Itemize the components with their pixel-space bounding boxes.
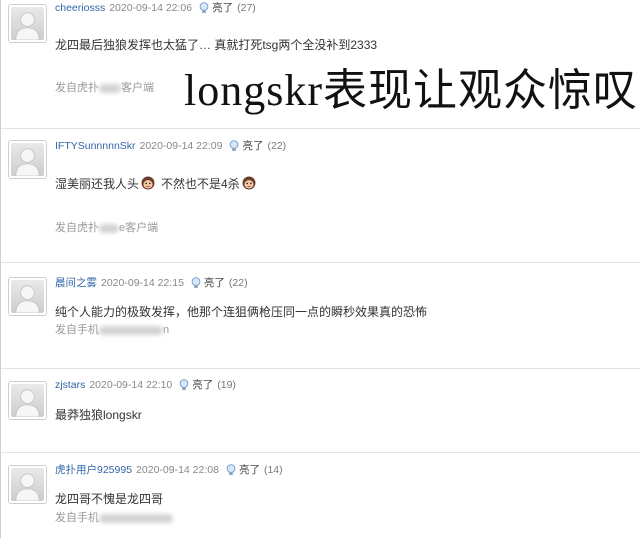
default-avatar-icon [11,280,44,313]
comment-header: 晨间之雾 2020-09-14 22:15 亮了 (22) [55,276,248,290]
light-count: (22) [228,277,248,289]
light-count: (22) [267,140,287,152]
comment-text: 龙四哥不愧是龙四哥 [55,492,164,506]
lightbulb-icon [199,2,209,13]
light-button[interactable]: 亮了 (19) [179,378,236,392]
light-label: 亮了 [212,2,234,14]
redacted-blur [99,513,173,523]
source-prefix: 发自手机 [55,512,99,524]
user-avatar[interactable] [8,277,47,316]
comment-header: zjstars 2020-09-14 22:10 亮了 (19) [55,378,236,392]
username-link[interactable]: 晨间之雾 [55,277,97,289]
post-time: 2020-09-14 22:15 [101,277,184,289]
user-avatar[interactable] [8,465,47,504]
default-avatar-icon [11,468,44,501]
comment-text: 湿美丽还我人头 不然也不是4杀 [55,176,258,192]
username-link[interactable]: 虎扑用户925995 [55,464,132,476]
default-avatar-icon [11,143,44,176]
light-label: 亮了 [203,277,225,289]
source-prefix: 发自手机 [55,324,99,336]
source-prefix: 发自虎扑 [55,222,99,234]
comment-header: IFTYSunnnnnSkr 2020-09-14 22:09 亮了 (22) [55,139,286,153]
source-prefix: 发自虎扑 [55,82,99,94]
comment-header: cheeriosss 2020-09-14 22:06 亮了 (27) [55,1,256,15]
comment-text: 最莽独狼longskr [55,408,142,422]
redacted-blur [99,325,163,335]
light-count: (19) [217,379,236,391]
light-label: 亮了 [192,379,214,391]
post-time: 2020-09-14 22:10 [89,379,173,391]
user-avatar[interactable] [8,140,47,179]
comment-source: 发自虎扑 e客户端 [55,221,158,235]
comment-item: zjstars 2020-09-14 22:10 亮了 (19) 最莽独狼longsk… [1,368,640,452]
comment-text: 龙四最后独狼发挥也太猛了… 真就打死tsg两个全没补到2333 [55,38,378,52]
light-button[interactable]: 亮了 (22) [191,276,248,290]
username-link[interactable]: IFTYSunnnnnSkr [55,140,136,152]
light-button[interactable]: 亮了 (27) [199,1,256,15]
source-suffix: 客户端 [121,82,154,94]
comment-header: 虎扑用户925995 2020-09-14 22:08 亮了 (14) [55,463,283,477]
comment-item: 晨间之雾 2020-09-14 22:15 亮了 (22) 纯个人能力的极致发挥，他那… [1,262,640,368]
post-time: 2020-09-14 22:08 [136,464,219,476]
comment-item: 虎扑用户925995 2020-09-14 22:08 亮了 (14) 龙四哥不愧是龙… [1,452,640,538]
lightbulb-icon [226,464,236,475]
light-count: (27) [237,2,256,14]
user-avatar[interactable] [8,381,47,420]
light-label: 亮了 [242,140,264,152]
comment-source: 发自手机 n [55,323,169,337]
monkey-face-emoji-icon [242,176,256,190]
light-button[interactable]: 亮了 (22) [229,139,286,153]
lightbulb-icon [179,379,189,390]
default-avatar-icon [11,384,44,417]
comment-text: 纯个人能力的极致发挥，他那个连狙俩枪压同一点的瞬秒效果真的恐怖 [55,305,428,319]
post-time: 2020-09-14 22:06 [109,2,193,14]
redacted-blur [99,83,121,93]
light-count: (14) [263,464,283,476]
comment-text-part: 湿美丽还我人头 [55,177,140,191]
comment-list-page: cheeriosss 2020-09-14 22:06 亮了 (27) 龙四最后独狼发… [0,0,640,538]
redacted-blur [99,223,119,233]
comment-source: 发自手机 [55,511,173,525]
comment-source: 发自虎扑 客户端 [55,81,154,95]
lightbulb-icon [230,140,239,151]
source-suffix: e客户端 [119,222,159,234]
post-time: 2020-09-14 22:09 [139,140,223,152]
monkey-face-emoji-icon [141,176,155,190]
username-link[interactable]: cheeriosss [55,2,105,14]
comment-text-part: 不然也不是4杀 [161,177,240,191]
default-avatar-icon [11,7,44,40]
light-label: 亮了 [238,464,260,476]
source-suffix: n [163,324,170,336]
lightbulb-icon [191,277,201,288]
comment-item: IFTYSunnnnnSkr 2020-09-14 22:09 亮了 (22) 湿美丽… [1,128,640,262]
overlay-caption: longskr表现让观众惊叹 [184,66,638,115]
user-avatar[interactable] [8,4,47,43]
username-link[interactable]: zjstars [55,379,85,391]
light-button[interactable]: 亮了 (14) [226,463,283,477]
